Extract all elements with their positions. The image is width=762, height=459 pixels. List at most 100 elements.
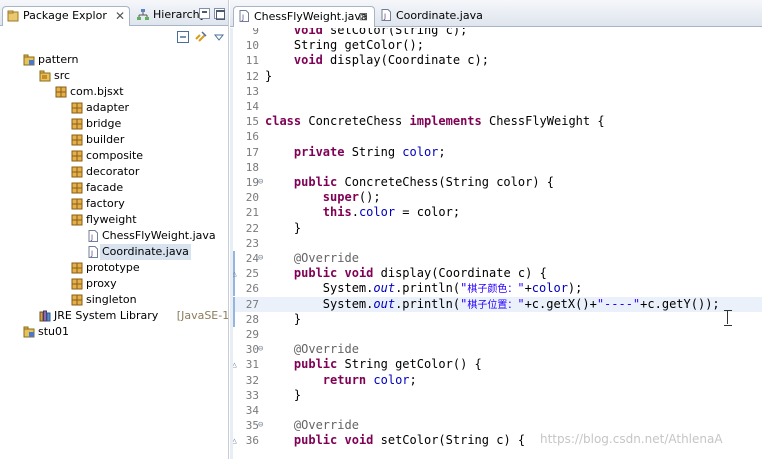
line-number: 25: [245, 267, 259, 281]
code-line[interactable]: 24 ⊖ @Override: [233, 251, 762, 266]
code-line[interactable]: 27 System.out.println("棋子位置："+c.getX()+"…: [233, 296, 762, 312]
code-text: }: [265, 387, 302, 402]
close-icon[interactable]: ⊠: [359, 7, 368, 27]
java-file-icon: J: [87, 230, 99, 242]
code-line[interactable]: 28 }: [233, 311, 762, 327]
line-number: 9: [252, 28, 259, 37]
editor-tab-chessflyweight[interactable]: J ChessFlyWeight.java ⊠: [233, 6, 375, 27]
tree-item-label: composite: [86, 149, 144, 162]
package-icon: [71, 150, 83, 162]
library-icon: [39, 310, 51, 322]
line-number: 21: [245, 206, 259, 220]
code-text: String getColor();: [265, 38, 424, 53]
line-number: 10: [245, 39, 259, 53]
code-line[interactable]: 23: [233, 236, 762, 251]
maximize-view-button[interactable]: [214, 8, 225, 20]
code-line[interactable]: 14: [233, 99, 762, 114]
code-line[interactable]: 35 ⊖ @Override: [233, 418, 762, 433]
code-line[interactable]: 12}: [233, 69, 762, 84]
code-line[interactable]: 18: [233, 160, 762, 175]
tree-item-label: builder: [86, 133, 125, 146]
tree-item-label: adapter: [86, 101, 130, 114]
code-line[interactable]: 20 super();: [233, 190, 762, 205]
line-number: 19: [245, 176, 259, 189]
java-file-icon: J: [381, 9, 391, 21]
line-number: 22: [245, 221, 259, 235]
code-line[interactable]: △ 25 public void display(Coordinate c) {: [233, 266, 762, 282]
code-line[interactable]: 30 ⊖ @Override: [233, 342, 762, 357]
code-area[interactable]: 9 void setColor(String c); 10 String getC…: [233, 28, 762, 459]
tree-item-label: stu01: [38, 325, 70, 338]
collapse-all-icon[interactable]: [176, 30, 190, 44]
line-number: 28: [245, 312, 259, 326]
tree-item-label: proxy: [86, 277, 117, 290]
code-text: public ConcreteChess(String color) {: [293, 175, 555, 189]
editor-tab-coordinate[interactable]: J Coordinate.java: [376, 6, 496, 27]
line-number: 15: [245, 115, 259, 129]
line-number: 27: [245, 297, 259, 311]
package-icon: [71, 294, 83, 306]
tree-item-decoration: [JavaSE-1.6]: [176, 309, 229, 322]
tab-hierarchy[interactable]: Hierarchy: [133, 6, 206, 26]
fold-toggle-icon[interactable]: ⊖: [258, 251, 263, 266]
tree-item-label: decorator: [86, 165, 140, 178]
svg-text:J: J: [241, 14, 244, 22]
tab-package-explorer-label: Package Explor: [23, 9, 107, 22]
package-icon: [71, 134, 83, 146]
tree-item-label: bridge: [86, 117, 122, 130]
editor-tab-label: Coordinate.java: [396, 9, 483, 22]
line-number: 11: [245, 54, 259, 68]
code-text: void display(Coordinate c);: [293, 53, 489, 68]
close-icon[interactable]: ✕: [115, 7, 125, 25]
fold-toggle-icon[interactable]: ⊖: [258, 418, 263, 433]
text-cursor-icon: [724, 310, 732, 326]
line-number: 17: [245, 145, 259, 159]
view-menu-icon[interactable]: [212, 30, 226, 44]
code-text: System.out.println("棋子颜色："+color);: [265, 281, 583, 296]
hierarchy-icon: [137, 9, 149, 20]
code-line[interactable]: 33 }: [233, 388, 762, 403]
line-number: 20: [245, 191, 259, 205]
package-icon: [71, 102, 83, 114]
code-line[interactable]: 17 private String color;: [233, 145, 762, 160]
code-line[interactable]: 21 this.color = color;: [233, 205, 762, 220]
line-number: 36: [245, 434, 259, 448]
line-number: 18: [245, 160, 259, 174]
fold-toggle-icon[interactable]: ⊖: [258, 342, 263, 357]
line-number: 12: [245, 69, 259, 83]
code-text: }: [265, 311, 302, 326]
line-number: 16: [245, 130, 259, 144]
code-line[interactable]: 19 ⊖ public ConcreteChess(String color) {: [233, 175, 762, 190]
package-icon: [71, 278, 83, 290]
code-line[interactable]: 22 }: [233, 221, 762, 236]
tab-package-explorer[interactable]: Package Explor ✕: [2, 6, 130, 26]
line-number: 31: [245, 358, 259, 372]
line-number: 23: [245, 236, 259, 250]
code-text: }: [265, 68, 273, 83]
code-line[interactable]: 10 String getColor();: [233, 38, 762, 53]
watermark: https://blog.csdn.net/AthlenaA: [540, 432, 723, 446]
code-line[interactable]: 9 void setColor(String c);: [233, 28, 762, 38]
code-line[interactable]: 34: [233, 403, 762, 418]
source-folder-icon: [39, 70, 51, 82]
fold-toggle-icon[interactable]: ⊖: [258, 175, 263, 190]
code-line[interactable]: 29: [233, 327, 762, 342]
code-line[interactable]: △ 31 public String getColor() {: [233, 357, 762, 372]
package-icon: [71, 166, 83, 178]
link-with-editor-icon[interactable]: [194, 30, 208, 44]
code-text: public void display(Coordinate c) {: [293, 266, 547, 281]
code-line[interactable]: 16: [233, 129, 762, 144]
code-text: @Override: [293, 251, 359, 265]
code-line[interactable]: 11 void display(Coordinate c);: [233, 53, 762, 68]
line-number: 30: [245, 343, 259, 357]
package-icon: [71, 118, 83, 130]
code-text: }: [265, 220, 302, 235]
code-line[interactable]: 26 System.out.println("棋子颜色："+color);: [233, 281, 762, 297]
code-line[interactable]: 32 return color;: [233, 373, 762, 388]
left-tab-bar: Package Explor ✕ Hierarchy: [0, 0, 228, 26]
code-text: public String getColor() {: [293, 357, 482, 372]
code-line[interactable]: 13: [233, 84, 762, 99]
package-icon: [71, 214, 83, 226]
minimize-view-button[interactable]: [199, 8, 210, 19]
code-line[interactable]: 15 class ConcreteChess implements ChessFl…: [233, 114, 762, 129]
